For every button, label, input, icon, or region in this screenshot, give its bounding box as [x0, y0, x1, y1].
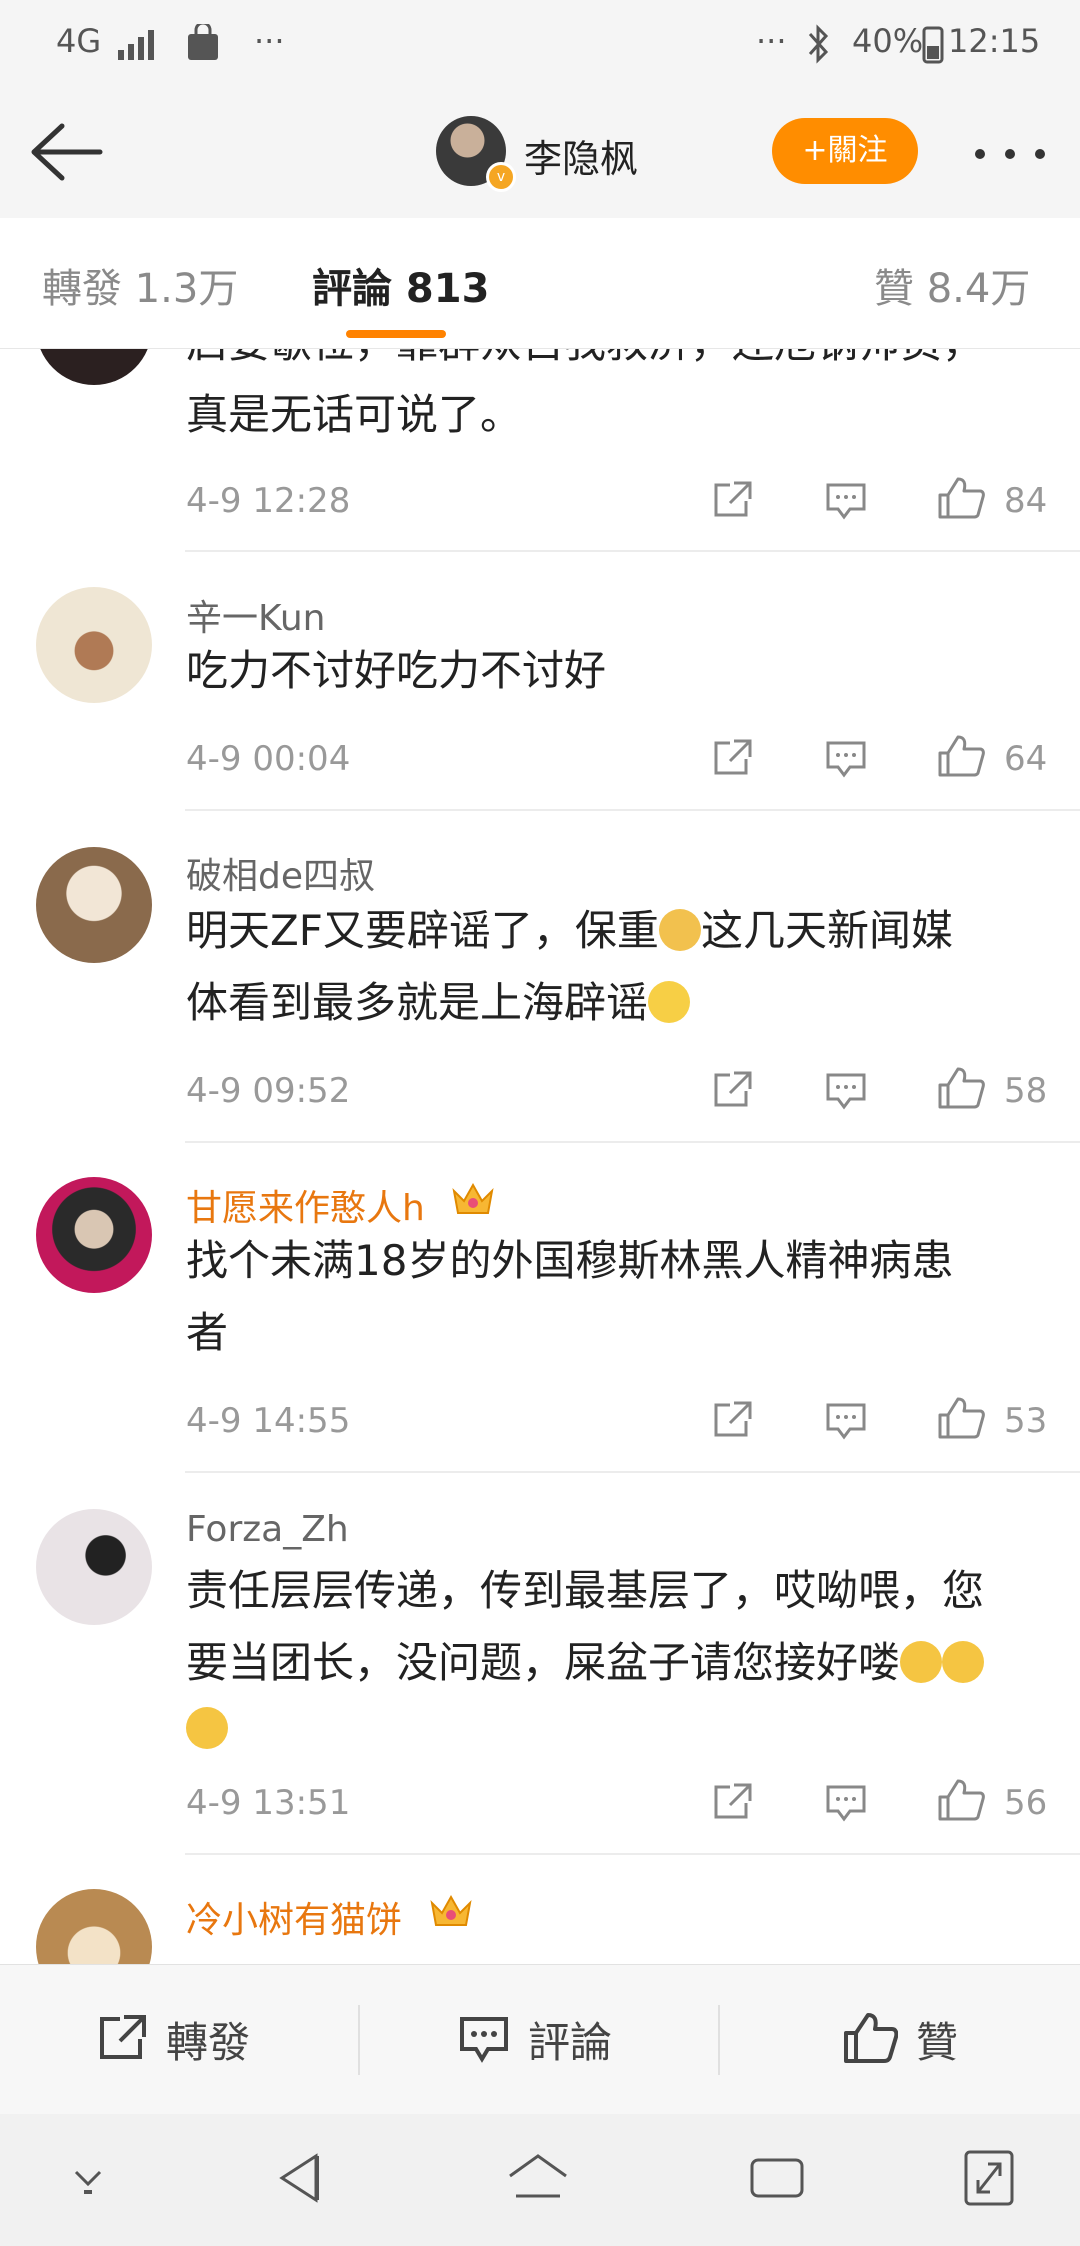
status-more-right: ··· [756, 22, 787, 60]
more-dots-icon[interactable] [974, 148, 1046, 160]
comment-text-line: 者 [186, 1308, 229, 1357]
repost-icon[interactable] [710, 1399, 754, 1441]
comment-icon[interactable] [824, 481, 868, 521]
comment-time: 4-9 13:51 [186, 1783, 351, 1823]
commenter-avatar[interactable] [36, 349, 152, 385]
battery-icon [922, 26, 944, 64]
comment-icon[interactable] [824, 739, 868, 779]
tab-bar: 轉發 1.3万 評論 813 贊 8.4万 [0, 218, 1080, 349]
comment-text-line: 找个未满18岁的外国穆斯林黑人精神病患 [186, 1236, 954, 1285]
divider [185, 1853, 1080, 1855]
recent-apps-icon[interactable] [748, 2154, 806, 2202]
signal-icon [118, 30, 154, 60]
divider [185, 809, 1080, 811]
comment-icon[interactable] [824, 1071, 868, 1111]
clock: 12:15 [948, 22, 1041, 60]
tab-comments[interactable]: 評論 813 [312, 256, 489, 314]
repost-icon[interactable] [710, 737, 754, 779]
divider [718, 2005, 720, 2075]
shush-emoji-icon [648, 981, 691, 1023]
divider [185, 550, 1080, 552]
commenter-name[interactable]: Forza_Zh [186, 1509, 349, 1550]
laugh-cry-emoji-icon [186, 1707, 228, 1749]
comment-text-line: 体看到最多就是上海辟谣 [186, 967, 691, 1039]
commenter-avatar[interactable] [36, 1177, 152, 1293]
arrow-left-icon[interactable] [28, 120, 104, 184]
divider [185, 1141, 1080, 1143]
like-icon [844, 2013, 898, 2063]
comment-icon[interactable] [824, 1783, 868, 1823]
comment-time: 4-9 14:55 [186, 1401, 351, 1441]
like-icon[interactable] [936, 733, 986, 779]
like-icon[interactable] [936, 1395, 986, 1441]
like-icon[interactable] [936, 1777, 986, 1823]
chevron-down-icon[interactable] [66, 2162, 110, 2198]
commenter-name[interactable]: 辛一Kun [186, 589, 325, 641]
system-navigation-bar [0, 2114, 1080, 2246]
divider [358, 2005, 360, 2075]
commenter-avatar[interactable] [36, 1889, 152, 1964]
like-count: 84 [1004, 481, 1048, 521]
back-triangle-icon[interactable] [276, 2150, 324, 2206]
comment-icon [460, 2017, 508, 2063]
bottom-action-bar: 轉發 評論 贊 [0, 1964, 1080, 2115]
tab-reposts[interactable]: 轉發 1.3万 [42, 256, 238, 314]
shopping-bag-icon [188, 24, 218, 60]
commenter-avatar[interactable] [36, 1509, 152, 1625]
bluetooth-icon [808, 24, 829, 64]
commenter-avatar[interactable] [36, 847, 152, 963]
repost-icon[interactable] [710, 479, 754, 521]
commenter-name[interactable]: 甘愿来作憨人h [186, 1179, 425, 1231]
laugh-cry-emoji-icon [942, 1641, 985, 1683]
crown-vip-icon [430, 1894, 472, 1926]
comment-text-line: 要当团长，没问题，屎盆子请您接好喽 [186, 1627, 985, 1699]
comment-icon[interactable] [824, 1401, 868, 1441]
divider [185, 1471, 1080, 1473]
network-indicator: 4G [56, 22, 102, 60]
comment-list[interactable]: 启要歇位，靠群众自我救济，还危钢帅员， 真是无话可说了。 4-9 12:28 8… [0, 349, 1080, 1964]
crown-vip-icon [452, 1182, 494, 1214]
like-icon[interactable] [936, 1065, 986, 1111]
repost-icon[interactable] [710, 1069, 754, 1111]
comment-text-line: 责任层层传递，传到最基层了，哎呦喂，您 [186, 1566, 985, 1615]
battery-percent: 40% [852, 22, 924, 60]
status-more-left: ··· [254, 22, 285, 60]
like-count: 53 [1004, 1401, 1048, 1441]
like-count: 64 [1004, 739, 1048, 779]
commenter-avatar[interactable] [36, 587, 152, 703]
repost-label: 轉發 [166, 2018, 251, 2067]
doge-emoji-icon [658, 909, 701, 951]
comment-text-line: 启要歇位，靠群众自我救济，还危钢帅员， [186, 349, 984, 379]
like-icon[interactable] [936, 475, 986, 521]
comment-text-line: 吃力不讨好吃力不讨好 [186, 646, 607, 695]
comment-text-line: 明天ZF又要辟谣了，保重 这几天新闻媒 [186, 906, 953, 955]
comment-time: 4-9 00:04 [186, 739, 351, 779]
author-name[interactable]: 李隐枫 [524, 128, 638, 183]
comment-time: 4-9 12:28 [186, 481, 351, 521]
tab-likes[interactable]: 贊 8.4万 [874, 256, 1030, 314]
like-label: 贊 [916, 2018, 959, 2067]
commenter-name[interactable]: 冷小树有猫饼 [186, 1891, 402, 1943]
comment-label: 評論 [528, 2018, 613, 2067]
repost-icon [100, 2015, 146, 2059]
verified-badge-icon: v [486, 162, 516, 192]
like-count: 56 [1004, 1783, 1048, 1823]
status-bar: 4G ··· ··· 40% 12:15 [0, 0, 1080, 90]
expand-icon[interactable] [962, 2148, 1016, 2208]
home-icon[interactable] [506, 2152, 570, 2204]
emoji-row [186, 1707, 228, 1749]
comment-time: 4-9 09:52 [186, 1071, 351, 1111]
comment-text-line: 真是无话可说了。 [186, 390, 523, 439]
commenter-name[interactable]: 破相de四叔 [186, 847, 375, 899]
laugh-cry-emoji-icon [900, 1641, 943, 1683]
active-tab-indicator [346, 330, 446, 338]
follow-button[interactable]: +關注 [772, 118, 918, 184]
repost-icon[interactable] [710, 1781, 754, 1823]
top-header: v 李隐枫 [0, 90, 1080, 219]
like-count: 58 [1004, 1071, 1048, 1111]
